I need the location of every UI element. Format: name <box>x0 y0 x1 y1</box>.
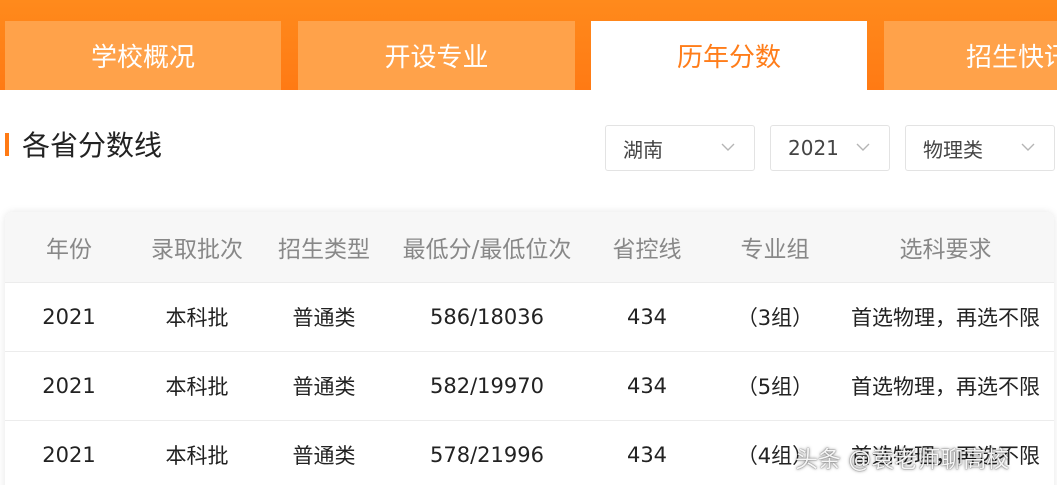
province-select-value: 湖南 <box>623 137 663 162</box>
cell-control-line: 434 <box>626 442 668 467</box>
year-select[interactable]: 2021 <box>770 125 890 171</box>
tab-label: 学校概况 <box>90 43 195 73</box>
header-year: 年份 <box>46 237 92 263</box>
header-enroll-type: 招生类型 <box>278 237 370 263</box>
cell-enroll-type: 普通类 <box>292 305 356 330</box>
tab-majors[interactable]: 开设专业 <box>298 21 575 90</box>
chevron-down-icon <box>856 143 870 151</box>
header-min-score-rank: 最低分/最低位次 <box>402 237 572 263</box>
tab-label: 招生快讯 <box>966 43 1057 73</box>
cell-control-line: 434 <box>626 304 668 329</box>
cell-min-score-rank: 578/21996 <box>430 442 544 467</box>
header-batch: 录取批次 <box>151 237 243 263</box>
header-subject-requirement: 选科要求 <box>899 237 992 263</box>
subject-type-select-value: 物理类 <box>923 137 983 162</box>
cell-batch: 本科批 <box>165 374 229 399</box>
cell-enroll-type: 普通类 <box>292 374 356 399</box>
chevron-down-icon <box>721 143 735 151</box>
year-select-value: 2021 <box>788 136 839 160</box>
cell-min-score-rank: 582/19970 <box>430 373 544 398</box>
cell-control-line: 434 <box>626 373 668 398</box>
tab-label: 历年分数 <box>676 43 781 73</box>
cell-major-group: （5组） <box>736 374 814 399</box>
cell-enroll-type: 普通类 <box>292 443 356 468</box>
cell-batch: 本科批 <box>165 305 229 330</box>
cell-subject-requirement: 首选物理，再选不限 <box>851 374 1040 399</box>
tab-historical-scores[interactable]: 历年分数 <box>591 21 867 90</box>
cell-subject-requirement: 首选物理，再选不限 <box>851 305 1040 330</box>
tab-bar: 学校概况 开设专业 历年分数 招生快讯 <box>0 0 1057 90</box>
header-control-line: 省控线 <box>612 237 682 263</box>
cell-year: 2021 <box>42 304 96 329</box>
cell-year: 2021 <box>42 373 96 398</box>
section-title: 各省分数线 <box>22 129 163 162</box>
table-header: 年份 录取批次 招生类型 最低分/最低位次 省控线 专业组 选科要求 <box>5 212 1054 283</box>
watermark: 头条 @袁老师聊高校 <box>795 447 1010 473</box>
cell-major-group: （3组） <box>736 305 814 330</box>
cell-batch: 本科批 <box>165 443 229 468</box>
province-select[interactable]: 湖南 <box>605 125 755 171</box>
chevron-down-icon <box>1021 143 1035 151</box>
tab-admission-news[interactable]: 招生快讯 <box>884 21 1057 90</box>
section-accent-bar <box>5 133 9 156</box>
tab-label: 开设专业 <box>384 43 489 73</box>
cell-year: 2021 <box>42 442 96 467</box>
page: 学校概况 开设专业 历年分数 招生快讯 各省分数线 湖南 2021 物理类 年份… <box>0 0 1057 485</box>
tab-school-overview[interactable]: 学校概况 <box>5 21 281 90</box>
table-row: 2021 本科批 普通类 586/18036 434 （3组） 首选物理，再选不… <box>5 282 1054 352</box>
table-row: 2021 本科批 普通类 582/19970 434 （5组） 首选物理，再选不… <box>5 351 1054 421</box>
header-major-group: 专业组 <box>740 237 810 263</box>
subject-type-select[interactable]: 物理类 <box>905 125 1055 171</box>
cell-min-score-rank: 586/18036 <box>430 304 544 329</box>
